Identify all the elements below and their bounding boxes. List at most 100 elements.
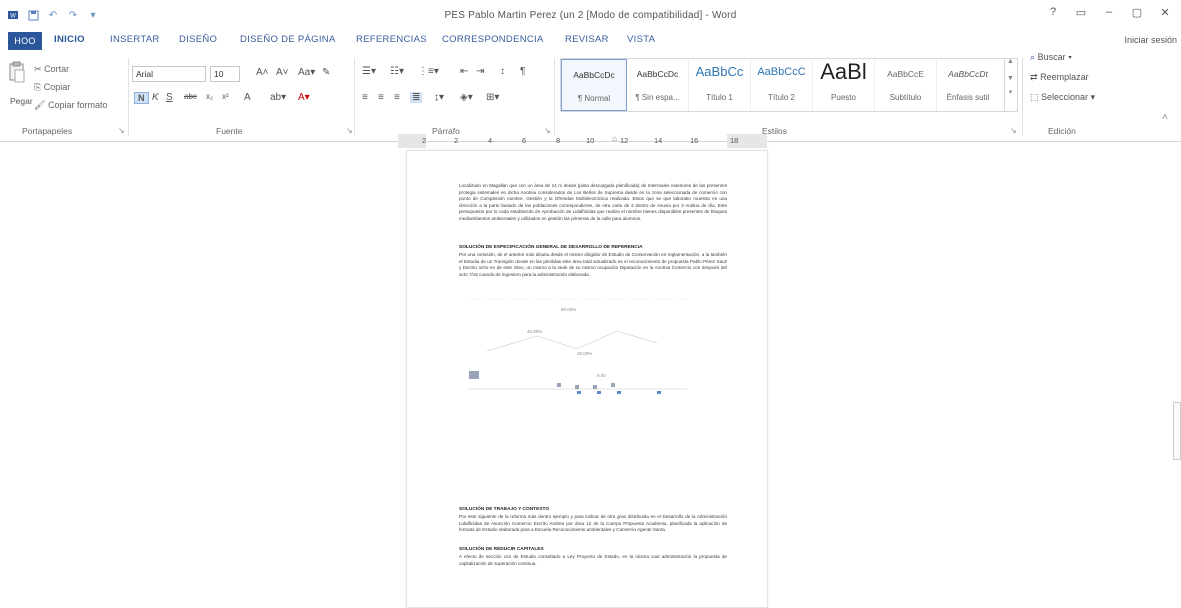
align-center-icon[interactable]: ≡ [378, 92, 384, 103]
tab-home[interactable]: INICIO [54, 34, 85, 45]
numbering-icon[interactable]: ☷▾ [390, 66, 404, 77]
font-color-icon[interactable]: A▾ [298, 92, 310, 103]
replace-button[interactable]: ⇄ Reemplazar [1030, 72, 1089, 83]
text-effects-icon[interactable]: A [244, 92, 251, 103]
tab-references[interactable]: REFERENCIAS [356, 34, 427, 45]
style-preview: AaBbCcDc [636, 69, 679, 79]
body-paragraph: Localizado en Magallan que con un área d… [459, 183, 727, 221]
shrink-font-icon[interactable]: A˅ [276, 67, 289, 78]
format-painter-button[interactable]: 🖌 Copiar formato [34, 100, 107, 111]
ribbon-home: Pegar ✂ Cortar ⎘ Copiar 🖌 Copiar formato… [0, 52, 1181, 142]
bullets-icon[interactable]: ☰▾ [362, 66, 376, 77]
vertical-scrollbar-thumb[interactable] [1173, 402, 1181, 460]
body-paragraph: Por este siguiente de la reforma más den… [459, 514, 727, 533]
tab-design[interactable]: DISEÑO [179, 34, 217, 45]
ruler-number: 12 [620, 136, 629, 145]
ruler-number: 2 [454, 136, 459, 145]
chart-axis-label: 0.00 [597, 373, 606, 378]
decrease-indent-icon[interactable]: ⇤ [460, 66, 468, 77]
styles-launcher-icon[interactable]: ↘ [1010, 126, 1017, 135]
minimize-button[interactable]: – [1101, 6, 1117, 19]
help-button[interactable]: ? [1045, 6, 1061, 19]
style-no-spacing[interactable]: AaBbCcDc ¶ Sin espa... [627, 59, 689, 111]
bold-button[interactable]: N [134, 92, 149, 104]
window-controls: ? ▭ – ▢ ✕ [1045, 6, 1173, 19]
tab-view[interactable]: VISTA [627, 34, 655, 45]
clipboard-group-label: Portapapeles [22, 126, 73, 136]
show-marks-icon[interactable]: ¶ [520, 66, 525, 77]
close-button[interactable]: ✕ [1157, 6, 1173, 19]
tab-mailings[interactable]: CORRESPONDENCIA [442, 34, 544, 45]
style-title[interactable]: AaBl Puesto [813, 59, 875, 111]
style-name: ¶ Sin espa... [635, 93, 680, 102]
font-name-combo[interactable]: Arial [132, 66, 206, 82]
superscript-icon[interactable]: x² [222, 92, 229, 101]
style-preview: AaBl [820, 59, 867, 84]
clipboard-launcher-icon[interactable]: ↘ [118, 126, 125, 135]
italic-icon[interactable]: K [152, 92, 159, 103]
line-spacing-icon[interactable]: ↨▾ [434, 92, 444, 103]
body-paragraph: Por una comisión, de el anterior más dis… [459, 252, 727, 277]
ruler-number: 2 [422, 136, 427, 145]
copy-label: Copiar [43, 82, 71, 92]
horizontal-ruler[interactable]: 2 2 4 6 8 10 12 14 16 18 ⌂ [398, 134, 783, 148]
align-right-icon[interactable]: ≡ [394, 92, 400, 103]
cursor-icon: ⬚ [1030, 92, 1039, 102]
change-case-icon[interactable]: Aa▾ [298, 67, 315, 78]
font-size-combo[interactable]: 10 [210, 66, 240, 82]
chevron-down-icon: ▾ [1068, 52, 1072, 62]
select-label: Seleccionar [1041, 92, 1089, 102]
sign-in-link[interactable]: Iniciar sesión [1124, 35, 1177, 45]
style-heading-1[interactable]: AaBbCc Título 1 [689, 59, 751, 111]
ruler-number: 16 [690, 136, 699, 145]
tab-file[interactable]: HOO [8, 32, 42, 50]
increase-indent-icon[interactable]: ⇥ [476, 66, 484, 77]
copy-button[interactable]: ⎘ Copiar [34, 82, 70, 93]
document-title: PES Pablo Martin Perez (un 2 [Modo de co… [444, 10, 737, 21]
align-left-icon[interactable]: ≡ [362, 92, 368, 103]
paste-button[interactable]: Pegar [10, 96, 33, 106]
highlight-icon[interactable]: ab▾ [270, 92, 286, 103]
style-name: ¶ Normal [577, 94, 611, 103]
scroll-down-icon[interactable]: ▼ [1005, 75, 1016, 82]
styles-scroll[interactable]: ▲ ▼ ▾ [1004, 58, 1016, 112]
font-launcher-icon[interactable]: ↘ [346, 126, 353, 135]
borders-icon[interactable]: ⊞▾ [486, 92, 499, 103]
style-normal[interactable]: AaBbCcDc ¶ Normal [561, 59, 627, 111]
select-button[interactable]: ⬚ Seleccionar ▾ [1030, 92, 1095, 103]
section-heading: SOLUCIÓN DE ESPECIFICACIÓN GENERAL DE DE… [459, 245, 643, 250]
subscript-icon[interactable]: x₂ [206, 92, 213, 101]
ruler-number: 6 [522, 136, 527, 145]
style-subtitle[interactable]: AaBbCcE Subtítulo [875, 59, 937, 111]
tab-page-layout[interactable]: DISEÑO DE PÁGINA [240, 34, 336, 45]
ribbon-display-options-button[interactable]: ▭ [1073, 6, 1089, 19]
multilevel-list-icon[interactable]: ⋮≡▾ [418, 66, 439, 77]
paste-icon[interactable] [8, 60, 26, 88]
underline-icon[interactable]: S [166, 92, 173, 103]
style-subtle-emphasis[interactable]: AaBbCcDt Énfasis sutil [937, 59, 999, 111]
justify-icon[interactable]: ≣ [410, 92, 423, 103]
more-styles-icon[interactable]: ▾ [1005, 88, 1016, 96]
embedded-chart-image[interactable]: 60.00% 40.00% 20.00% 0.00 [457, 291, 697, 399]
document-page[interactable]: Localizado en Magallan que con un área d… [406, 150, 768, 608]
section-heading: SOLUCIÓN DE TRABAJO Y CONTEXTO [459, 507, 550, 512]
shading-icon[interactable]: ◈▾ [460, 92, 473, 103]
find-button[interactable]: ⌕ Buscar ▾ [1030, 52, 1072, 63]
style-name: Énfasis sutil [946, 93, 990, 102]
scissors-icon: ✂ [34, 64, 42, 74]
scroll-up-icon[interactable]: ▲ [1005, 58, 1016, 65]
group-divider [354, 58, 355, 136]
sort-icon[interactable]: ↕ [500, 66, 505, 77]
group-divider [128, 58, 129, 136]
grow-font-icon[interactable]: A˄ [256, 67, 269, 78]
tab-review[interactable]: REVISAR [565, 34, 609, 45]
style-heading-2[interactable]: AaBbCcC Título 2 [751, 59, 813, 111]
cut-button[interactable]: ✂ Cortar [34, 64, 69, 75]
style-name: Subtítulo [889, 93, 922, 102]
indent-marker-icon[interactable]: ⌂ [612, 134, 617, 143]
maximize-button[interactable]: ▢ [1129, 6, 1145, 19]
collapse-ribbon-icon[interactable]: ˄ [1162, 112, 1168, 123]
strikethrough-icon[interactable]: abc [184, 92, 197, 101]
clear-formatting-icon[interactable]: ✎ [322, 67, 330, 78]
tab-insert[interactable]: INSERTAR [110, 34, 160, 45]
